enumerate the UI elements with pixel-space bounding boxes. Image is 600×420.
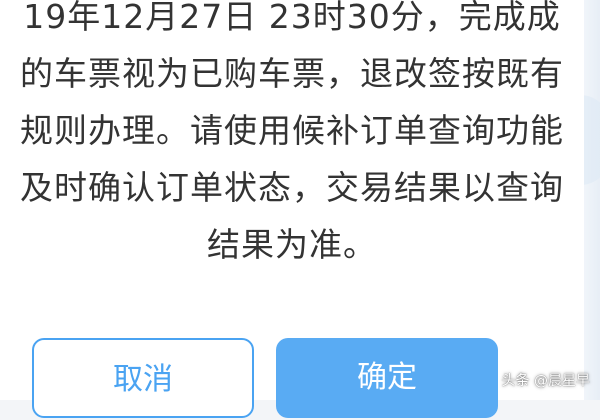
message-line: 19年12月27日 23时30分，完成成 [23, 0, 561, 36]
dialog-message: 19年12月27日 23时30分，完成成 的车票视为已购车票，退改签按既有 规则… [0, 0, 584, 273]
message-line: 及时确认订单状态，交易结果以查询 [20, 168, 564, 207]
watermark-text: 头条 @晨星早 [501, 373, 590, 389]
confirmation-dialog: 19年12月27日 23时30分，完成成 的车票视为已购车票，退改签按既有 规则… [0, 0, 584, 418]
confirm-button[interactable]: 确定 [276, 338, 498, 418]
cancel-button[interactable]: 取消 [32, 338, 254, 418]
message-line: 的车票视为已购车票，退改签按既有 [20, 54, 564, 93]
message-line: 规则办理。请使用候补订单查询功能 [20, 111, 564, 150]
message-line: 结果为准。 [207, 225, 377, 264]
